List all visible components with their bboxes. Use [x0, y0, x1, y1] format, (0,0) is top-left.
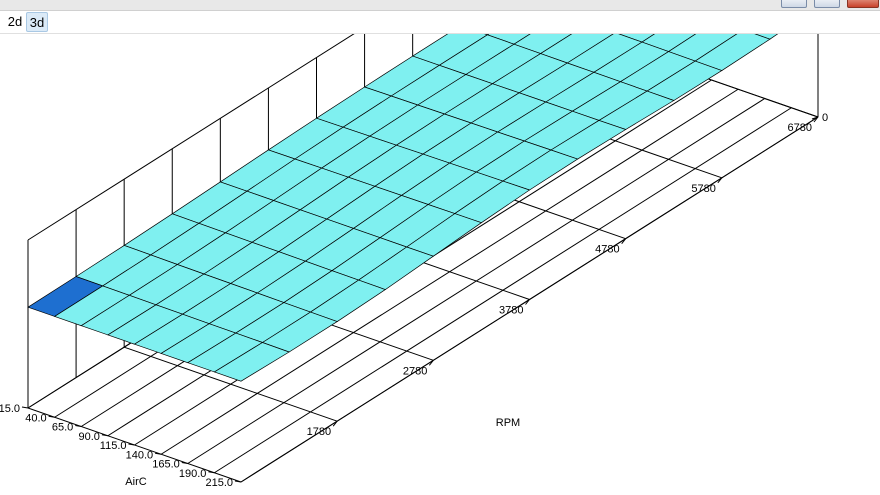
rpm-tick-label: 4780 — [595, 244, 619, 256]
rpm-tick-label: 2780 — [403, 365, 427, 377]
z-tick-label: 0 — [822, 112, 828, 124]
maximize-button[interactable] — [814, 0, 840, 8]
airc-tick-label: 215.0 — [205, 477, 233, 489]
rpm-tick-label: 3780 — [499, 305, 523, 317]
airc-axis-label: AirC — [125, 476, 146, 488]
airc-axis-tick — [48, 415, 55, 418]
airc-tick-label: 40.0 — [25, 412, 46, 424]
airc-axis-tick — [208, 471, 215, 474]
airc-tick-label: 140.0 — [126, 449, 154, 461]
tab-3d[interactable]: 3d — [26, 12, 48, 32]
airc-axis-tick — [75, 425, 82, 427]
tab-2d[interactable]: 2d — [4, 12, 26, 32]
chart-area[interactable]: 01Lambda178027803780478057806780RPM15.04… — [0, 0, 880, 490]
airc-axis-tick — [181, 462, 188, 464]
surface-chart[interactable]: 01Lambda178027803780478057806780RPM15.04… — [0, 0, 880, 490]
airc-axis-tick — [155, 452, 162, 455]
airc-axis-tick — [101, 434, 108, 437]
rpm-axis-label: RPM — [496, 417, 520, 429]
airc-tick-label: 90.0 — [78, 431, 99, 443]
rpm-tick-label: 5780 — [691, 183, 715, 195]
airc-tick-label: 15.0 — [0, 403, 20, 415]
window-titlebar — [0, 0, 880, 11]
airc-axis-tick — [21, 406, 29, 409]
minimize-button[interactable] — [781, 0, 807, 8]
airc-tick-label: 65.0 — [52, 422, 73, 434]
close-button[interactable] — [847, 0, 879, 8]
rpm-tick-label: 1780 — [307, 426, 331, 438]
airc-tick-label: 190.0 — [179, 468, 207, 480]
airc-axis-tick — [234, 480, 242, 483]
airc-tick-label: 115.0 — [100, 440, 127, 452]
rpm-tick-label: 6780 — [788, 122, 812, 134]
airc-tick-label: 165.0 — [152, 459, 180, 471]
airc-axis-tick — [128, 443, 135, 446]
